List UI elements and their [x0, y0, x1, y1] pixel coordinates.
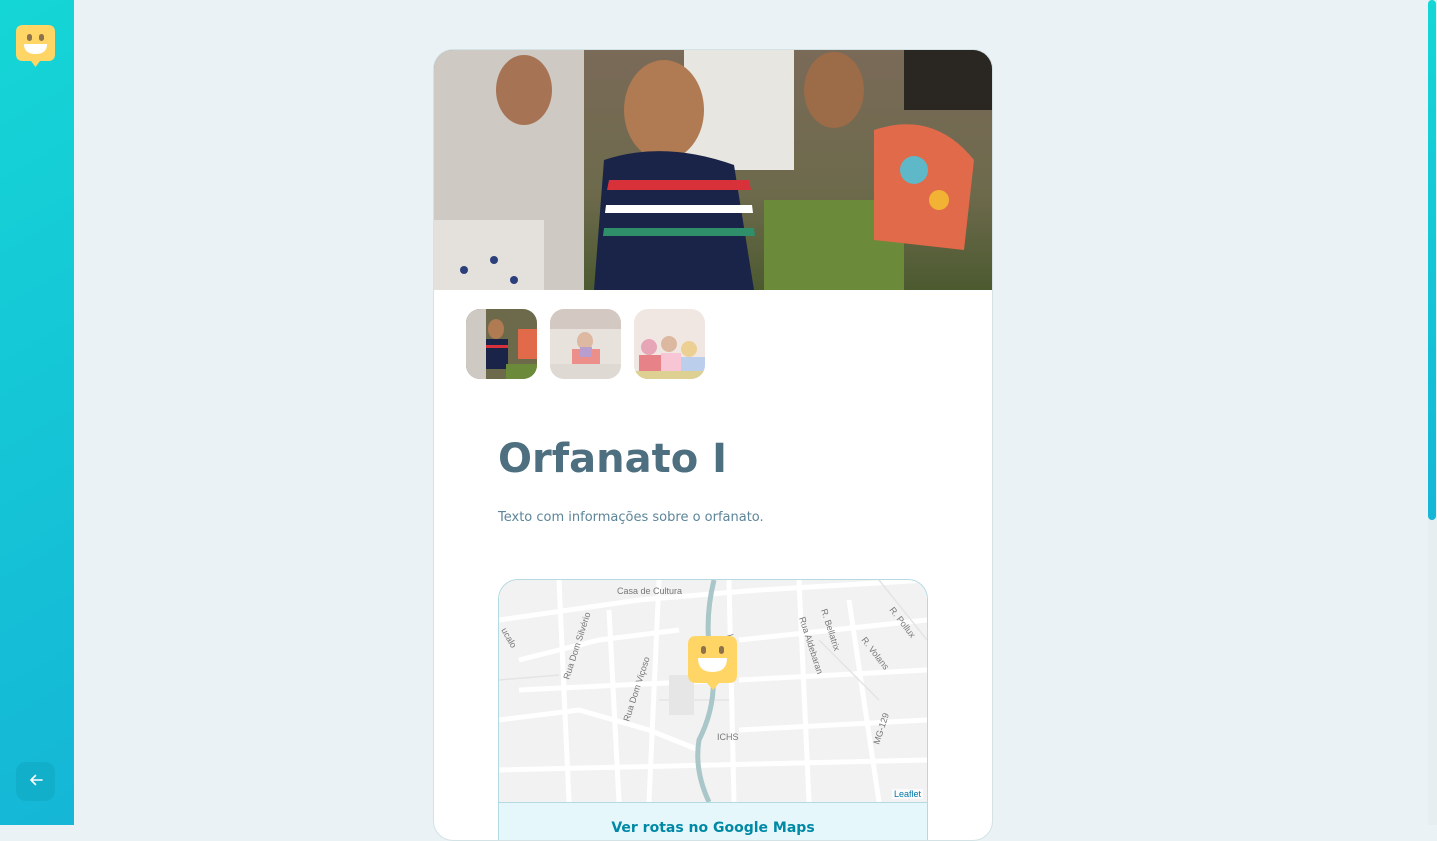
happy-logo-icon [15, 24, 56, 68]
sidebar [0, 0, 74, 825]
arrow-left-icon [28, 772, 44, 791]
map-marker-icon [688, 636, 737, 690]
thumbnail-image-1[interactable] [466, 309, 537, 379]
thumbnail-image-2[interactable] [550, 309, 621, 379]
scrollbar-thumb[interactable] [1428, 0, 1436, 520]
map-link-label[interactable]: Ver rotas no Google Maps [499, 820, 927, 836]
orphanage-name: Orfanato I [498, 436, 728, 482]
svg-text:Casa de Cultura: Casa de Cultura [617, 586, 682, 596]
hero-photo [434, 50, 992, 290]
location-map[interactable]: Casa de Cultura Rua Dom Silvério Rua Dom… [498, 579, 928, 802]
orphanage-about: Texto com informações sobre o orfanato. [498, 510, 764, 525]
back-button[interactable] [16, 762, 55, 801]
svg-text:ICHS: ICHS [717, 732, 739, 742]
map-footer-link[interactable]: Ver rotas no Google Maps [498, 802, 928, 840]
orphanage-details-card: Orfanato I Texto com informações sobre o… [433, 49, 993, 841]
thumbnail-list [466, 309, 705, 379]
map-attribution[interactable]: Leaflet [891, 789, 923, 799]
thumbnail-image-3[interactable] [634, 309, 705, 379]
